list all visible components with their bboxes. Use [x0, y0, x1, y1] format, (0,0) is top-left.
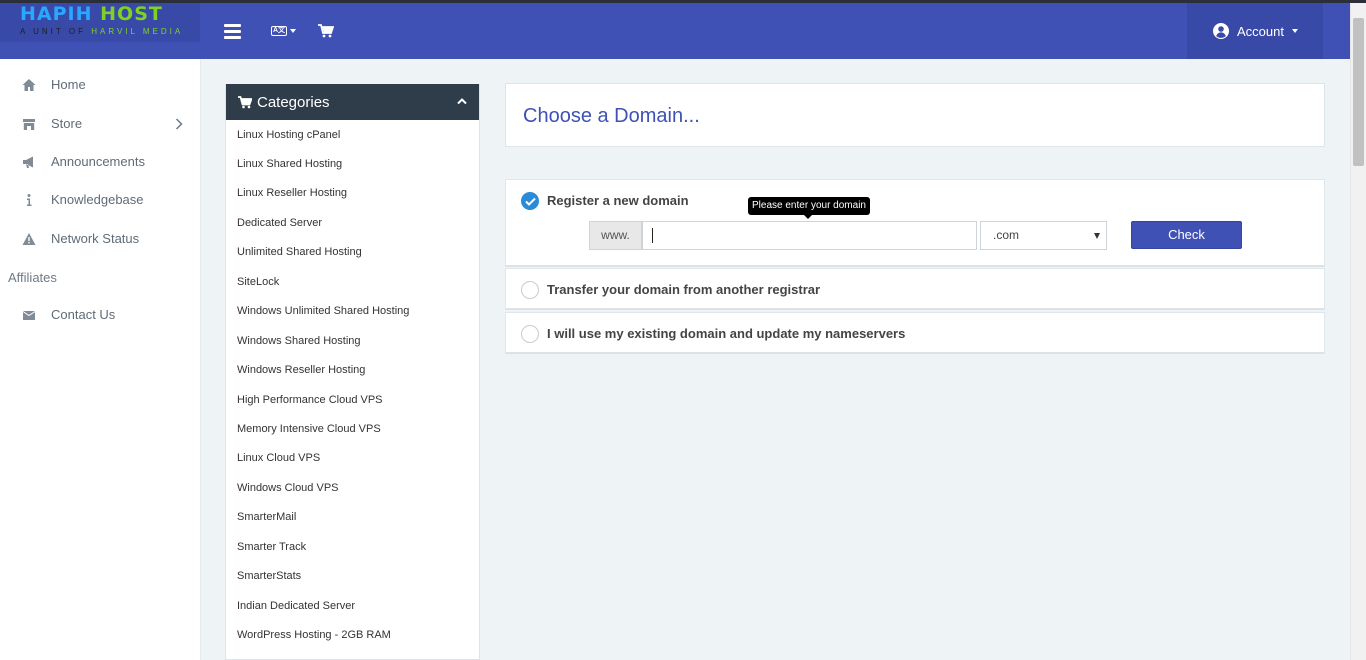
- category-link[interactable]: Linux Hosting cPanel: [226, 120, 479, 149]
- category-link[interactable]: Smarter Track: [226, 532, 479, 561]
- sidebar-item-label: Network Status: [51, 231, 140, 246]
- sidebar-item-home[interactable]: Home: [0, 70, 200, 100]
- sidebar-item-contact[interactable]: Contact Us: [0, 300, 200, 330]
- category-link[interactable]: Windows Reseller Hosting: [226, 355, 479, 384]
- category-link[interactable]: Linux Reseller Hosting: [226, 178, 479, 207]
- account-menu[interactable]: Account: [1187, 3, 1323, 59]
- home-icon: [22, 79, 36, 91]
- categories-header[interactable]: Categories: [226, 84, 479, 120]
- sidebar-item-label: Contact Us: [51, 307, 116, 322]
- register-radio[interactable]: [521, 192, 539, 210]
- checkmark-icon: [525, 197, 536, 206]
- page-title: Choose a Domain...: [523, 105, 700, 127]
- logo-tagline-brand: HARVIL MEDIA: [91, 27, 184, 36]
- sidebar-section-affiliates[interactable]: Affiliates: [8, 270, 57, 285]
- category-link[interactable]: WordPress Hosting - 2GB RAM: [226, 620, 479, 649]
- register-domain-option[interactable]: Register a new domain Please enter your …: [505, 179, 1325, 267]
- transfer-radio[interactable]: [521, 281, 539, 299]
- logo-tagline: A UNIT OF HARVIL MEDIA: [20, 27, 183, 36]
- hamburger-icon[interactable]: [224, 24, 241, 39]
- tld-select[interactable]: .com: [980, 221, 1107, 250]
- chevron-down-icon: [1094, 233, 1100, 239]
- check-button[interactable]: Check: [1131, 221, 1242, 249]
- logo-wordmark: HAPIH HOST: [20, 4, 163, 24]
- envelope-icon: [22, 311, 36, 320]
- transfer-domain-option[interactable]: Transfer your domain from another regist…: [505, 268, 1325, 310]
- category-link[interactable]: SiteLock: [226, 267, 479, 296]
- text-cursor: [652, 228, 653, 243]
- page-scrollbar[interactable]: [1350, 3, 1366, 660]
- scrollbar-thumb[interactable]: [1353, 18, 1364, 166]
- www-prefix: www.: [589, 221, 642, 250]
- store-icon: [23, 119, 35, 130]
- language-icon: A文: [271, 26, 287, 36]
- category-link[interactable]: Windows Cloud VPS: [226, 473, 479, 502]
- category-link[interactable]: Linux Shared Hosting: [226, 149, 479, 178]
- sidebar-item-label: Home: [51, 77, 86, 92]
- existing-label: I will use my existing domain and update…: [547, 326, 906, 341]
- user-circle-icon: [1213, 23, 1229, 39]
- categories-panel: Categories Linux Hosting cPanel Linux Sh…: [225, 84, 480, 660]
- category-link[interactable]: SmarterMail: [226, 502, 479, 531]
- page-header-card: Choose a Domain...: [505, 83, 1325, 147]
- category-link[interactable]: Windows Shared Hosting: [226, 326, 479, 355]
- language-selector[interactable]: A文: [271, 26, 296, 36]
- tld-selected-value: .com: [993, 228, 1020, 242]
- category-link[interactable]: Dedicated Server: [226, 208, 479, 237]
- chevron-down-icon: [1291, 29, 1298, 33]
- category-link[interactable]: Memory Intensive Cloud VPS: [226, 414, 479, 443]
- category-link[interactable]: Windows Unlimited Shared Hosting: [226, 296, 479, 325]
- info-icon: [27, 194, 32, 206]
- domain-input[interactable]: [642, 221, 977, 250]
- category-link[interactable]: High Performance Cloud VPS: [226, 385, 479, 414]
- logo-tagline-prefix: A UNIT OF: [20, 27, 86, 36]
- chevron-down-icon: [290, 29, 296, 33]
- shopping-cart-icon: [238, 95, 252, 108]
- logo-word-host: HOST: [100, 3, 163, 25]
- sidebar-item-network-status[interactable]: Network Status: [0, 224, 200, 254]
- sidebar-item-label: Store: [51, 116, 83, 131]
- sidebar-item-store[interactable]: Store: [0, 109, 200, 139]
- category-link[interactable]: Unlimited Shared Hosting: [226, 237, 479, 266]
- warning-icon: [22, 233, 36, 245]
- sidebar: Home Store Announcements Knowledgebase N…: [0, 59, 201, 660]
- sidebar-item-knowledgebase[interactable]: Knowledgebase: [0, 185, 200, 215]
- domain-tooltip: Please enter your domain: [748, 197, 870, 219]
- transfer-label: Transfer your domain from another regist…: [547, 282, 821, 297]
- logo-word-hapih: HAPIH: [20, 3, 93, 25]
- category-link[interactable]: Linux Cloud VPS: [226, 443, 479, 472]
- sidebar-item-label: Knowledgebase: [51, 192, 144, 207]
- category-link[interactable]: SmarterStats: [226, 561, 479, 590]
- megaphone-icon: [23, 156, 33, 168]
- top-navbar: HAPIH HOST A UNIT OF HARVIL MEDIA A文 Acc…: [0, 3, 1350, 59]
- existing-domain-option[interactable]: I will use my existing domain and update…: [505, 312, 1325, 354]
- categories-list: Linux Hosting cPanel Linux Shared Hostin…: [226, 120, 479, 649]
- category-link[interactable]: Indian Dedicated Server: [226, 591, 479, 620]
- shopping-cart-icon[interactable]: [318, 24, 335, 43]
- sidebar-item-label: Announcements: [51, 154, 145, 169]
- sidebar-item-announcements[interactable]: Announcements: [0, 147, 200, 177]
- account-label: Account: [1237, 23, 1284, 39]
- chevron-right-icon: [175, 118, 183, 130]
- logo[interactable]: HAPIH HOST A UNIT OF HARVIL MEDIA: [0, 3, 200, 42]
- existing-radio[interactable]: [521, 325, 539, 343]
- categories-title: Categories: [257, 93, 330, 111]
- register-label: Register a new domain: [547, 193, 689, 208]
- chevron-up-icon[interactable]: [457, 97, 467, 105]
